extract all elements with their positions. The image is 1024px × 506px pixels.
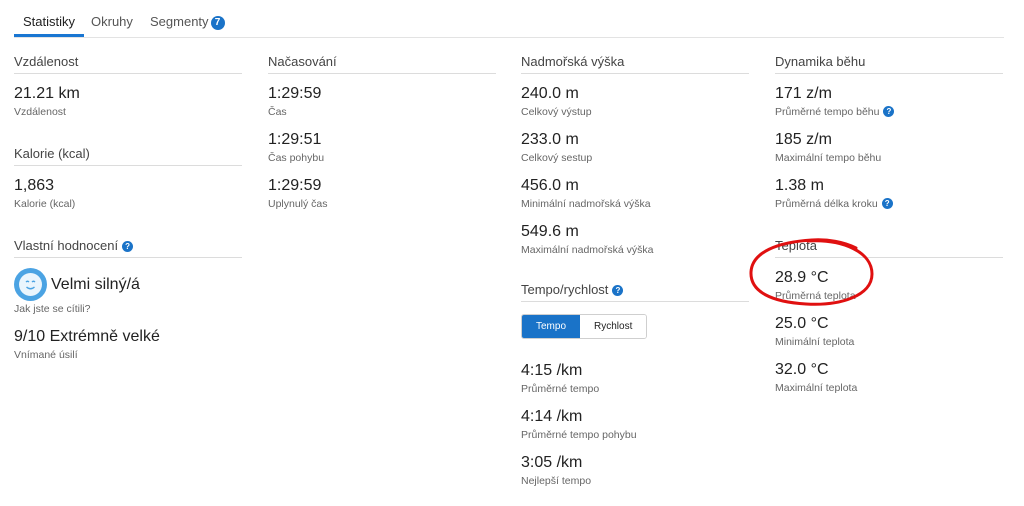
min-temperature-label: Minimální teplota xyxy=(775,336,855,348)
stat-feeling: Velmi silný/á Jak jste se cítili? xyxy=(14,268,242,317)
stat-moving-time: 1:29:51 Čas pohybu xyxy=(268,130,496,166)
help-icon[interactable]: ? xyxy=(122,241,134,252)
stats-tab-bar: Statistiky Okruhy Segmenty 7 xyxy=(14,0,1004,38)
stat-avg-pace: 4:15 /km Průměrné tempo xyxy=(521,361,749,397)
column-2: Načasování 1:29:59 Čas 1:29:51 Čas pohyb… xyxy=(268,54,496,222)
max-elevation-label: Maximální nadmořská výška xyxy=(521,244,654,256)
stride-length-value: 1.38 m xyxy=(775,177,824,194)
toggle-tempo-button[interactable]: Tempo xyxy=(522,315,581,338)
total-ascent-value: 240.0 m xyxy=(521,85,579,102)
max-temperature-label: Maximální teplota xyxy=(775,382,858,394)
stat-max-temperature: 32.0 °C Maximální teplota xyxy=(775,360,1003,396)
tab-okruhy[interactable]: Okruhy xyxy=(91,14,133,29)
max-cadence-value: 185 z/m xyxy=(775,131,832,148)
rating-title-text: Vlastní hodnocení xyxy=(14,238,119,253)
elevation-section-title: Nadmořská výška xyxy=(521,54,749,74)
smiley-face-icon xyxy=(14,268,47,301)
max-temperature-value: 32.0 °C xyxy=(775,361,829,378)
stat-total-descent: 233.0 m Celkový sestup xyxy=(521,130,749,166)
calories-value: 1,863 xyxy=(14,177,55,194)
stat-min-temperature: 25.0 °C Minimální teplota xyxy=(775,314,1003,350)
stat-stride-length: 1.38 m Průměrná délka kroku? xyxy=(775,176,1003,212)
stat-total-ascent: 240.0 m Celkový výstup xyxy=(521,84,749,120)
avg-pace-label: Průměrné tempo xyxy=(521,383,600,395)
stat-time: 1:29:59 Čas xyxy=(268,84,496,120)
feeling-value: Velmi silný/á xyxy=(51,275,140,293)
tab-statistiky[interactable]: Statistiky xyxy=(23,14,75,29)
dynamics-section-title: Dynamika běhu xyxy=(775,54,1003,74)
stat-calories: 1,863 Kalorie (kcal) xyxy=(14,176,242,212)
column-1: Vzdálenost 21.21 km Vzdálenost Kalorie (… xyxy=(14,54,242,373)
red-annotation-circle xyxy=(749,238,874,306)
segments-count-badge: 7 xyxy=(210,16,225,30)
stat-best-pace: 3:05 /km Nejlepší tempo xyxy=(521,453,749,489)
pace-title-text: Tempo/rychlost xyxy=(521,282,609,297)
total-descent-value: 233.0 m xyxy=(521,131,579,148)
max-cadence-label: Maximální tempo běhu xyxy=(775,152,882,164)
calories-label: Kalorie (kcal) xyxy=(14,198,76,210)
avg-pace-value: 4:15 /km xyxy=(521,362,583,379)
total-ascent-label: Celkový výstup xyxy=(521,106,592,118)
elapsed-time-value: 1:29:59 xyxy=(268,177,322,194)
tab-segmenty[interactable]: Segmenty 7 xyxy=(150,14,225,30)
max-elevation-value: 549.6 m xyxy=(521,223,579,240)
toggle-rychlost-button[interactable]: Rychlost xyxy=(580,315,647,338)
avg-moving-pace-value: 4:14 /km xyxy=(521,408,583,425)
min-elevation-label: Minimální nadmořská výška xyxy=(521,198,651,210)
avg-cadence-label: Průměrné tempo běhu xyxy=(775,106,880,118)
pace-speed-toggle: Tempo Rychlost xyxy=(521,314,648,339)
best-pace-label: Nejlepší tempo xyxy=(521,475,592,487)
effort-label: Vnímané úsilí xyxy=(14,349,78,361)
stat-distance: 21.21 km Vzdálenost xyxy=(14,84,242,120)
total-descent-label: Celkový sestup xyxy=(521,152,593,164)
stride-length-label-row: Průměrná délka kroku? xyxy=(775,196,1003,212)
min-temperature-value: 25.0 °C xyxy=(775,315,829,332)
avg-cadence-value: 171 z/m xyxy=(775,85,832,102)
stride-length-label: Průměrná délka kroku xyxy=(775,198,878,210)
column-4: Dynamika běhu 171 z/m Průměrné tempo běh… xyxy=(775,54,1003,406)
avg-cadence-label-row: Průměrné tempo běhu? xyxy=(775,104,1003,120)
stat-min-elevation: 456.0 m Minimální nadmořská výška xyxy=(521,176,749,212)
distance-section-title: Vzdálenost xyxy=(14,54,242,74)
moving-time-label: Čas pohybu xyxy=(268,152,325,164)
help-icon[interactable]: ? xyxy=(612,285,624,296)
time-label: Čas xyxy=(268,106,287,118)
stat-elapsed-time: 1:29:59 Uplynulý čas xyxy=(268,176,496,212)
calories-section-title: Kalorie (kcal) xyxy=(14,146,242,166)
column-3: Nadmořská výška 240.0 m Celkový výstup 2… xyxy=(521,54,749,499)
feeling-label: Jak jste se cítili? xyxy=(14,303,91,315)
distance-label: Vzdálenost xyxy=(14,106,66,118)
best-pace-value: 3:05 /km xyxy=(521,454,583,471)
pace-section-title: Tempo/rychlost? xyxy=(521,282,749,302)
tab-segmenty-label: Segmenty xyxy=(150,14,209,29)
timing-section-title: Načasování xyxy=(268,54,496,74)
moving-time-value: 1:29:51 xyxy=(268,131,322,148)
stat-max-elevation: 549.6 m Maximální nadmořská výška xyxy=(521,222,749,258)
stat-max-cadence: 185 z/m Maximální tempo běhu xyxy=(775,130,1003,166)
help-icon[interactable]: ? xyxy=(883,106,895,117)
effort-value: 9/10 Extrémně velké xyxy=(14,328,160,345)
elapsed-time-label: Uplynulý čas xyxy=(268,198,328,210)
distance-value: 21.21 km xyxy=(14,85,80,102)
rating-section-title: Vlastní hodnocení? xyxy=(14,238,242,258)
help-icon[interactable]: ? xyxy=(881,198,893,209)
stat-effort: 9/10 Extrémně velké Vnímané úsilí xyxy=(14,327,242,363)
time-value: 1:29:59 xyxy=(268,85,322,102)
stat-avg-cadence: 171 z/m Průměrné tempo běhu? xyxy=(775,84,1003,120)
active-tab-indicator xyxy=(14,34,84,37)
stat-avg-moving-pace: 4:14 /km Průměrné tempo pohybu xyxy=(521,407,749,443)
min-elevation-value: 456.0 m xyxy=(521,177,579,194)
avg-moving-pace-label: Průměrné tempo pohybu xyxy=(521,429,637,441)
